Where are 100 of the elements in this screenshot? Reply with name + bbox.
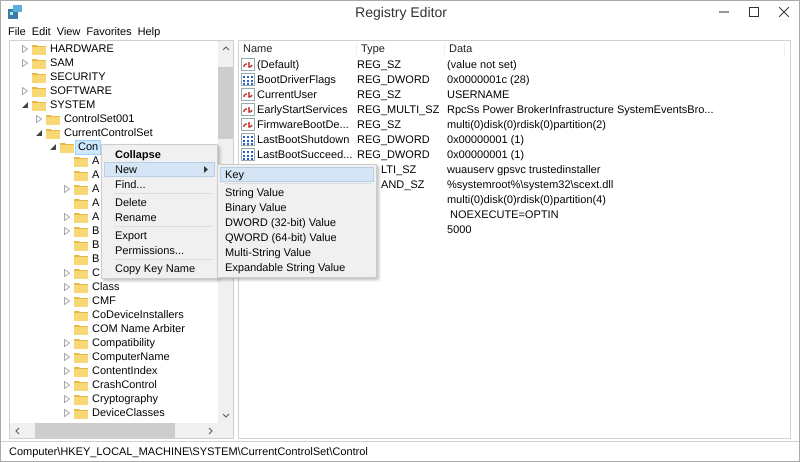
menu-item[interactable]: Binary Value — [220, 200, 374, 215]
tree-item[interactable]: C — [90, 266, 102, 280]
menu-item[interactable]: Multi-String Value — [220, 245, 374, 260]
menu-item[interactable]: Permissions... — [104, 243, 215, 258]
value-type: REG_DWORD — [357, 148, 430, 160]
maximize-icon — [749, 7, 759, 17]
column-header[interactable]: Data — [445, 43, 785, 55]
menu-item[interactable]: Delete — [104, 195, 215, 210]
tree-item[interactable]: A — [90, 210, 102, 224]
expand-icon[interactable] — [64, 213, 70, 221]
tree-item[interactable]: SOFTWARE — [48, 84, 114, 98]
expand-icon[interactable] — [22, 45, 28, 53]
tree-item[interactable]: COM Name Arbiter — [90, 322, 187, 336]
menu-item[interactable]: DWORD (32-bit) Value — [220, 215, 374, 230]
value-type: REG_SZ — [357, 118, 402, 130]
collapse-icon[interactable] — [50, 144, 56, 150]
tree-item[interactable]: CurrentControlSet — [62, 126, 155, 140]
folder-icon — [74, 407, 88, 419]
value-name: EarlyStartServices — [257, 104, 348, 116]
expand-icon[interactable] — [64, 227, 70, 235]
expand-icon[interactable] — [64, 185, 70, 193]
menu-item[interactable]: Expandable String Value — [220, 260, 374, 275]
folder-icon — [74, 197, 88, 209]
tree-item[interactable]: B — [90, 252, 102, 266]
menu-item[interactable]: View — [54, 26, 84, 38]
folder-icon — [74, 365, 88, 377]
value-data: USERNAME — [447, 88, 510, 100]
expand-icon[interactable] — [64, 297, 70, 305]
tree-item[interactable]: SECURITY — [48, 70, 108, 84]
menu-item[interactable]: New — [104, 162, 215, 177]
tree-item[interactable]: SAM — [48, 56, 76, 70]
menu-item[interactable]: Key — [220, 167, 374, 182]
menu-item[interactable]: Help — [134, 26, 164, 38]
tree-item[interactable]: CoDeviceInstallers — [90, 308, 186, 322]
collapse-icon[interactable] — [22, 102, 28, 108]
folder-icon — [32, 99, 46, 111]
expand-icon[interactable] — [64, 283, 70, 291]
folder-icon — [74, 253, 88, 265]
tree-item[interactable]: CrashControl — [90, 378, 159, 392]
scrollbar-thumb[interactable] — [35, 423, 175, 438]
menu-item[interactable]: File — [5, 26, 29, 38]
status-bar: Computer\HKEY_LOCAL_MACHINE\SYSTEM\CurrentControlSet\Control — [1, 441, 799, 461]
tree-item[interactable]: Con — [76, 140, 100, 154]
expand-icon[interactable] — [36, 115, 42, 123]
value-data: 0x00000001 (1) — [447, 148, 524, 160]
tree-item[interactable]: DeviceClasses — [90, 406, 167, 420]
tree-item[interactable]: B — [90, 238, 102, 252]
menu-item[interactable]: QWORD (64-bit) Value — [220, 230, 374, 245]
expand-icon[interactable] — [64, 381, 70, 389]
tree-item[interactable]: Compatibility — [90, 336, 157, 350]
folder-icon — [74, 309, 88, 321]
menu-item[interactable]: String Value — [220, 185, 374, 200]
tree-item[interactable]: Class — [90, 280, 122, 294]
collapse-icon[interactable] — [36, 130, 42, 136]
tree-item[interactable]: A — [90, 168, 102, 182]
close-icon — [779, 7, 789, 17]
value-name: (Default) — [257, 58, 300, 70]
expand-icon[interactable] — [64, 269, 70, 277]
tree-item[interactable]: A — [90, 154, 102, 168]
expand-icon[interactable] — [22, 59, 28, 67]
value-data: wuauserv gpsvc trustedinstaller — [447, 164, 600, 176]
menu-item[interactable]: Export — [104, 228, 215, 243]
tree-item[interactable]: ComputerName — [90, 350, 172, 364]
tree-item[interactable]: B — [90, 224, 102, 238]
expand-icon[interactable] — [64, 409, 70, 417]
expand-icon[interactable] — [64, 339, 70, 347]
tree-item[interactable]: ContentIndex — [90, 364, 160, 378]
value-name: CurrentUser — [257, 88, 317, 100]
folder-icon — [74, 393, 88, 405]
value-type: LTI_SZ — [381, 164, 416, 176]
folder-icon — [74, 337, 88, 349]
string-value-icon — [241, 103, 255, 116]
menu-item[interactable]: Copy Key Name — [104, 261, 215, 276]
tree-item[interactable]: CMF — [90, 294, 118, 308]
tree-item[interactable]: ControlSet001 — [62, 112, 136, 126]
value-type: REG_SZ — [357, 88, 402, 100]
menu-item[interactable]: Rename — [104, 210, 215, 225]
tree-item[interactable]: A — [90, 196, 102, 210]
column-header[interactable]: Type — [357, 43, 445, 55]
tree-item[interactable]: HARDWARE — [48, 42, 116, 56]
menu-item[interactable]: Edit — [28, 26, 54, 38]
expand-icon[interactable] — [64, 395, 70, 403]
scrollbar-thumb[interactable] — [218, 67, 233, 139]
expand-icon[interactable] — [64, 367, 70, 375]
string-value-icon — [241, 118, 255, 131]
folder-icon — [74, 155, 88, 167]
value-data: (value not set) — [447, 58, 517, 70]
tree-item[interactable]: Cryptography — [90, 392, 160, 406]
binary-value-icon — [241, 148, 255, 161]
menu-item[interactable]: Favorites — [83, 26, 135, 38]
menu-item[interactable]: Find... — [104, 177, 215, 192]
tree-item[interactable]: A — [90, 182, 102, 196]
column-header[interactable]: Name — [239, 43, 357, 55]
value-type: REG_MULTI_SZ — [357, 104, 440, 116]
tree-item[interactable]: SYSTEM — [48, 98, 98, 112]
value-type: REG_SZ — [357, 58, 402, 70]
expand-icon[interactable] — [64, 353, 70, 361]
expand-icon[interactable] — [22, 87, 28, 95]
menu-item[interactable]: Collapse — [104, 147, 215, 162]
value-data: %systemroot%\system32\scext.dll — [447, 178, 614, 190]
